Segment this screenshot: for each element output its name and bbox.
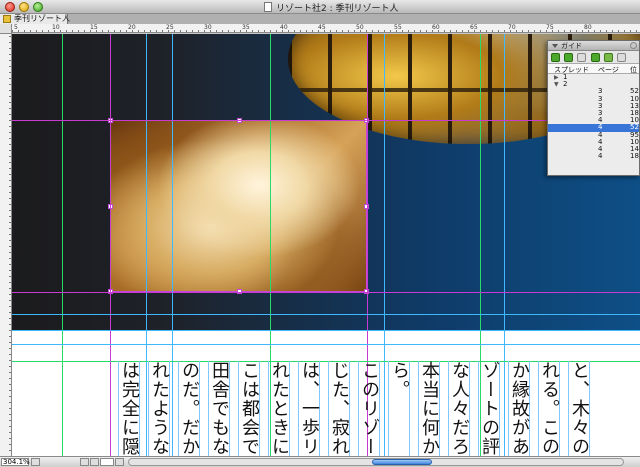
guide-row[interactable]: 4 10 <box>548 116 639 124</box>
vertical-text-column[interactable]: こは都会で <box>238 361 260 456</box>
panel-close-button[interactable] <box>630 42 637 49</box>
guide-row[interactable]: 3 52 <box>548 88 639 95</box>
first-page-button[interactable] <box>80 458 89 466</box>
vertical-text-column[interactable]: と、木々の <box>568 361 590 456</box>
ruler-tick-label: 50 <box>356 24 364 31</box>
guide-line[interactable] <box>12 344 640 345</box>
document-tab[interactable]: 季刊リゾート人 <box>0 14 70 24</box>
ruler-tick-label: 65 <box>470 24 478 31</box>
window-close-button[interactable] <box>5 2 15 12</box>
horizontal-ruler[interactable]: 5 10 15 20 25 30 35 40 45 50 55 60 65 70 75 80 <box>12 24 640 33</box>
guide-line[interactable] <box>12 314 640 315</box>
guide-line[interactable] <box>12 292 640 293</box>
scrollbar-thumb[interactable] <box>372 459 432 465</box>
guide-option-icon[interactable] <box>577 53 587 62</box>
vertical-text-column[interactable]: ら。 <box>388 361 410 456</box>
spread-label: 2 <box>563 80 568 89</box>
guides-table-header: スプレッド ページ 位 <box>548 64 639 74</box>
collapse-icon[interactable] <box>552 44 558 48</box>
guide-line[interactable] <box>12 120 640 121</box>
add-guide-icon[interactable] <box>551 53 560 62</box>
ruler-tick-label: 5 <box>14 24 18 31</box>
previous-page-button[interactable] <box>90 458 99 466</box>
column-guide-icon[interactable] <box>603 53 613 62</box>
guide-row[interactable]: 4 14 <box>548 145 639 153</box>
vertical-ruler[interactable] <box>0 24 12 456</box>
vertical-text-column[interactable]: ゾートの評 <box>478 361 500 456</box>
ruler-tick-label: 80 <box>584 24 592 31</box>
guides-panel-title: ガイド <box>561 42 582 50</box>
disclosure-down-icon[interactable]: ▼ <box>554 81 559 88</box>
guides-panel[interactable]: ガイド スプレッド ページ 位 ▶ 1 ▼ 2 3 52 3 10 3 13 3 18 4 10 4… <box>547 40 640 176</box>
layout-icon <box>3 15 11 23</box>
document-icon <box>264 2 272 12</box>
zoom-field[interactable]: 304.1% <box>1 458 30 466</box>
ruler-tick-label: 25 <box>166 24 174 31</box>
guide-row[interactable]: 4 18 <box>548 152 639 161</box>
guide-line[interactable] <box>504 34 505 456</box>
move-guide-icon[interactable] <box>564 53 574 62</box>
document-tab-label: 季刊リゾート人 <box>14 14 70 23</box>
window-titlebar: リゾート社2 : 季刊リゾート人 <box>0 0 640 14</box>
guides-panel-toolbar <box>548 51 639 64</box>
guide-row[interactable]: 4 95 <box>548 131 639 139</box>
disclosure-right-icon[interactable]: ▶ <box>554 74 559 81</box>
ruler-tick-label: 20 <box>128 24 136 31</box>
ruler-tick-label: 55 <box>394 24 402 31</box>
selected-image-frame[interactable] <box>108 118 369 294</box>
guide-row[interactable]: 3 18 <box>548 109 639 117</box>
guide-position: 18 <box>630 152 639 161</box>
vertical-text-column[interactable]: な人々だろ <box>448 361 470 456</box>
spread-row[interactable]: ▶ 1 <box>548 73 639 81</box>
ruler-tick-label: 70 <box>508 24 516 31</box>
guide-page: 4 <box>598 152 603 161</box>
vertical-text-column[interactable]: じた、寂れ <box>328 361 350 456</box>
guide-row[interactable]: 3 10 <box>548 95 639 103</box>
status-bar: 304.1% <box>0 456 640 467</box>
ruler-tick-label: 40 <box>280 24 288 31</box>
window-title: リゾート社2 : 季刊リゾート人 <box>276 4 399 14</box>
vertical-text-column[interactable]: れる。この <box>538 361 560 456</box>
guide-line[interactable] <box>12 330 640 331</box>
ruler-tick-label: 35 <box>242 24 250 31</box>
vertical-text-column[interactable]: このリゾー <box>358 361 380 456</box>
vertical-text-column[interactable]: は完全に隠 <box>118 361 140 456</box>
ruler-tick-label: 30 <box>204 24 212 31</box>
guide-row[interactable]: 4 10 <box>548 138 639 146</box>
vertical-text-column[interactable]: れたような <box>148 361 170 456</box>
ruler-origin[interactable] <box>0 24 12 34</box>
page-number-field[interactable] <box>100 458 114 466</box>
guide-line[interactable] <box>384 34 385 456</box>
vertical-text-column[interactable]: のだ。だか <box>178 361 200 456</box>
ruler-tick-label: 10 <box>52 24 60 31</box>
ruler-tick-label: 45 <box>318 24 326 31</box>
next-page-button[interactable] <box>115 458 124 466</box>
guide-line[interactable] <box>146 34 147 456</box>
ruler-tick-label: 60 <box>432 24 440 31</box>
guide-menu-icon[interactable] <box>617 53 627 62</box>
guide-line[interactable] <box>62 34 63 456</box>
guide-line[interactable] <box>172 34 173 456</box>
window-zoom-button[interactable] <box>33 2 43 12</box>
spread-row[interactable]: ▼ 2 <box>548 80 639 89</box>
guide-row[interactable]: 4 52 <box>548 124 639 132</box>
vertical-text-column[interactable]: か縁故があ <box>508 361 530 456</box>
vertical-text-column[interactable]: は、一歩リ <box>298 361 320 456</box>
ruler-tick-label: 15 <box>90 24 98 31</box>
document-tab-bar: 季刊リゾート人 <box>0 14 640 24</box>
vertical-text-column[interactable]: 田舎でもな <box>208 361 230 456</box>
ruler-tick-label: 75 <box>546 24 554 31</box>
vertical-text-column[interactable]: 本当に何か <box>418 361 440 456</box>
zoom-menu-button[interactable] <box>31 458 40 466</box>
guides-panel-header[interactable]: ガイド <box>548 41 639 51</box>
document-canvas[interactable]: は完全に隠 れたような のだ。だか 田舎でもな こは都会で れたときに は、一歩リ じた、寂れ… <box>12 34 640 456</box>
guide-row[interactable]: 3 13 <box>548 102 639 110</box>
horizontal-scrollbar[interactable] <box>128 458 624 466</box>
guide-line[interactable] <box>110 34 111 456</box>
grid-guide-icon[interactable] <box>590 53 600 62</box>
window-minimize-button[interactable] <box>19 2 29 12</box>
vertical-text-column[interactable]: れたときに <box>268 361 290 456</box>
